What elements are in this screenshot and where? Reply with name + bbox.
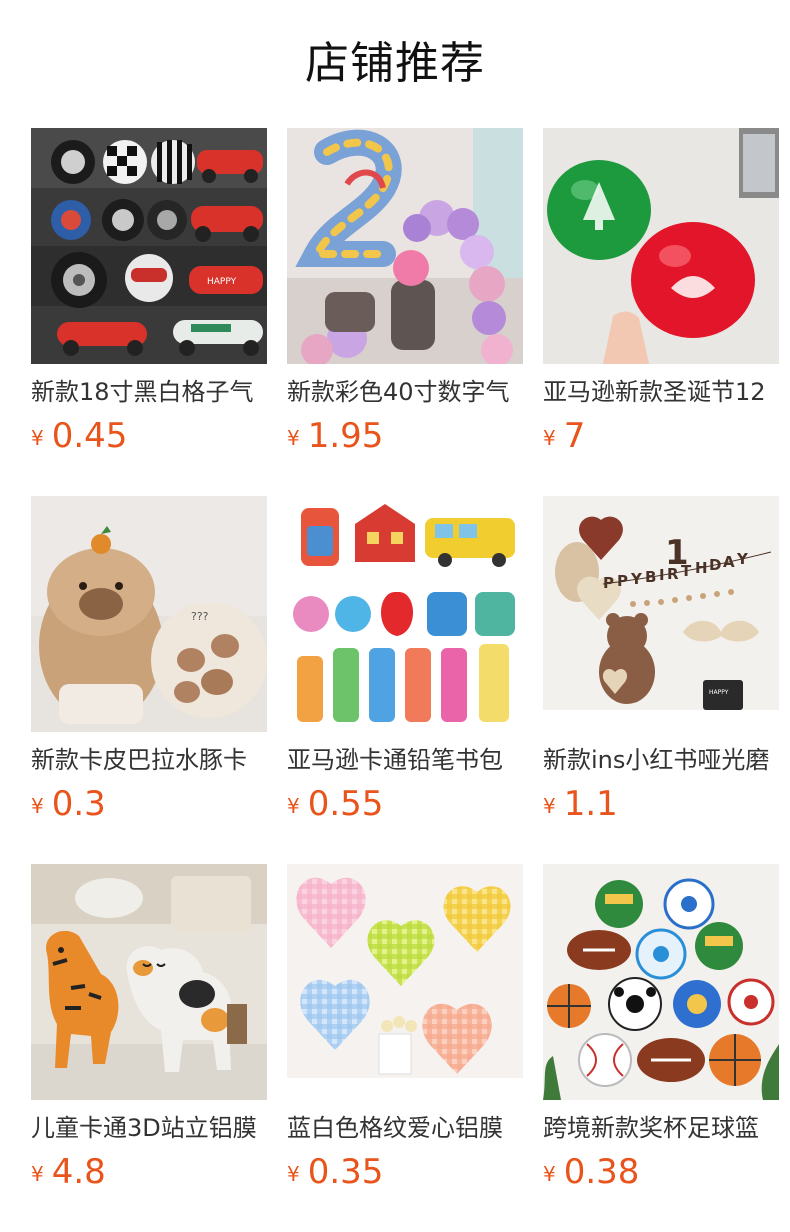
capybara-balloons-photo-icon: ??? xyxy=(31,496,267,732)
birthday-bear-balloons-photo-icon: 1 PPYBIRTHDAY HAPPY xyxy=(543,496,779,732)
svg-text:R: R xyxy=(667,565,679,583)
currency-symbol: ¥ xyxy=(543,1162,556,1186)
product-name[interactable]: 新款ins小红书哑光磨 xyxy=(543,742,779,778)
product-image[interactable] xyxy=(31,864,267,1100)
sports-ball-balloons-photo-icon xyxy=(543,864,779,1100)
currency-symbol: ¥ xyxy=(543,426,556,450)
racecar-tire-balloons-photo-icon: HAPPY xyxy=(31,128,267,364)
product-price: ¥1.1 xyxy=(543,782,779,826)
price-value: 0.35 xyxy=(307,1152,384,1192)
product-price: ¥0.38 xyxy=(543,1150,779,1194)
svg-text:H: H xyxy=(695,559,708,577)
product-image[interactable] xyxy=(287,128,523,364)
currency-symbol: ¥ xyxy=(31,1162,44,1186)
svg-text:B: B xyxy=(645,568,656,586)
product-name[interactable]: 新款彩色40寸数字气 xyxy=(287,374,523,410)
product-card[interactable]: 跨境新款奖杯足球篮 ¥0.38 xyxy=(543,864,779,1232)
product-name[interactable]: 蓝白色格纹爱心铝膜 xyxy=(287,1110,523,1146)
product-name[interactable]: 新款卡皮巴拉水豚卡 xyxy=(31,742,267,778)
product-price: ¥0.35 xyxy=(287,1150,523,1194)
currency-symbol: ¥ xyxy=(31,426,44,450)
product-card[interactable]: 亚马逊卡通铅笔书包 ¥0.55 xyxy=(287,496,523,864)
product-image[interactable] xyxy=(287,496,523,732)
product-image[interactable] xyxy=(543,864,779,1100)
price-value: 1.95 xyxy=(307,416,384,456)
price-value: 0.3 xyxy=(51,784,106,824)
product-image[interactable]: 1 PPYBIRTHDAY HAPPY xyxy=(543,496,779,732)
product-image[interactable] xyxy=(287,864,523,1100)
product-price: ¥0.55 xyxy=(287,782,523,826)
currency-symbol: ¥ xyxy=(287,426,300,450)
price-value: 0.55 xyxy=(307,784,384,824)
number-balloon-party-photo-icon xyxy=(287,128,523,364)
currency-symbol: ¥ xyxy=(287,1162,300,1186)
currency-symbol: ¥ xyxy=(31,794,44,818)
product-price: ¥0.45 xyxy=(31,414,267,458)
product-card[interactable]: 新款彩色40寸数字气 ¥1.95 xyxy=(287,128,523,496)
svg-text:D: D xyxy=(709,556,721,574)
currency-symbol: ¥ xyxy=(287,794,300,818)
school-pencil-balloons-photo-icon xyxy=(287,496,523,732)
christmas-latex-balloons-photo-icon xyxy=(543,128,779,364)
product-grid: HAPPY 新款18寸黑白格子气 ¥0.45 新款彩色40寸数字气 ¥ 1.95… xyxy=(31,128,779,1232)
product-name[interactable]: 新款18寸黑白格子气 xyxy=(31,374,267,410)
product-price: ¥1.95 xyxy=(287,414,523,458)
price-value: 1.1 xyxy=(563,784,618,824)
product-card[interactable]: 蓝白色格纹爱心铝膜 ¥0.35 xyxy=(287,864,523,1232)
svg-text:Y: Y xyxy=(736,550,749,568)
standing-animal-balloons-photo-icon xyxy=(31,864,267,1100)
product-name[interactable]: 儿童卡通3D站立铝膜 xyxy=(31,1110,267,1146)
product-card[interactable]: HAPPY 新款18寸黑白格子气 ¥0.45 xyxy=(31,128,267,496)
price-value: 0.38 xyxy=(563,1152,640,1192)
currency-symbol: ¥ xyxy=(543,794,556,818)
svg-text:P: P xyxy=(603,574,614,592)
svg-text:T: T xyxy=(681,562,692,580)
plaid-heart-balloons-photo-icon xyxy=(287,864,523,1100)
product-name[interactable]: 亚马逊卡通铅笔书包 xyxy=(287,742,523,778)
product-card[interactable]: 儿童卡通3D站立铝膜 ¥4.8 xyxy=(31,864,267,1232)
product-image[interactable]: HAPPY xyxy=(31,128,267,364)
svg-text:???: ??? xyxy=(191,610,209,623)
product-card[interactable]: 1 PPYBIRTHDAY HAPPY 新款ins小红书哑光磨 ¥1.1 xyxy=(543,496,779,864)
price-value: 0.45 xyxy=(51,416,128,456)
svg-text:HAPPY: HAPPY xyxy=(709,689,729,696)
product-name[interactable]: 亚马逊新款圣诞节12 xyxy=(543,374,779,410)
page-title: 店铺推荐 xyxy=(305,38,485,89)
price-value: 7 xyxy=(563,416,586,456)
product-price: ¥0.3 xyxy=(31,782,267,826)
price-value: 4.8 xyxy=(51,1152,106,1192)
svg-text:HAPPY: HAPPY xyxy=(207,277,237,287)
svg-text:Y: Y xyxy=(630,570,643,588)
product-price: ¥4.8 xyxy=(31,1150,267,1194)
svg-text:P: P xyxy=(617,572,628,590)
product-image[interactable]: ??? xyxy=(31,496,267,732)
product-name[interactable]: 跨境新款奖杯足球篮 xyxy=(543,1110,779,1146)
product-card[interactable]: ??? 新款卡皮巴拉水豚卡 ¥0.3 xyxy=(31,496,267,864)
svg-text:A: A xyxy=(723,553,735,571)
product-card[interactable]: 亚马逊新款圣诞节12 ¥7 xyxy=(543,128,779,496)
product-image[interactable] xyxy=(543,128,779,364)
svg-text:I: I xyxy=(659,566,665,584)
product-price: ¥7 xyxy=(543,414,779,458)
